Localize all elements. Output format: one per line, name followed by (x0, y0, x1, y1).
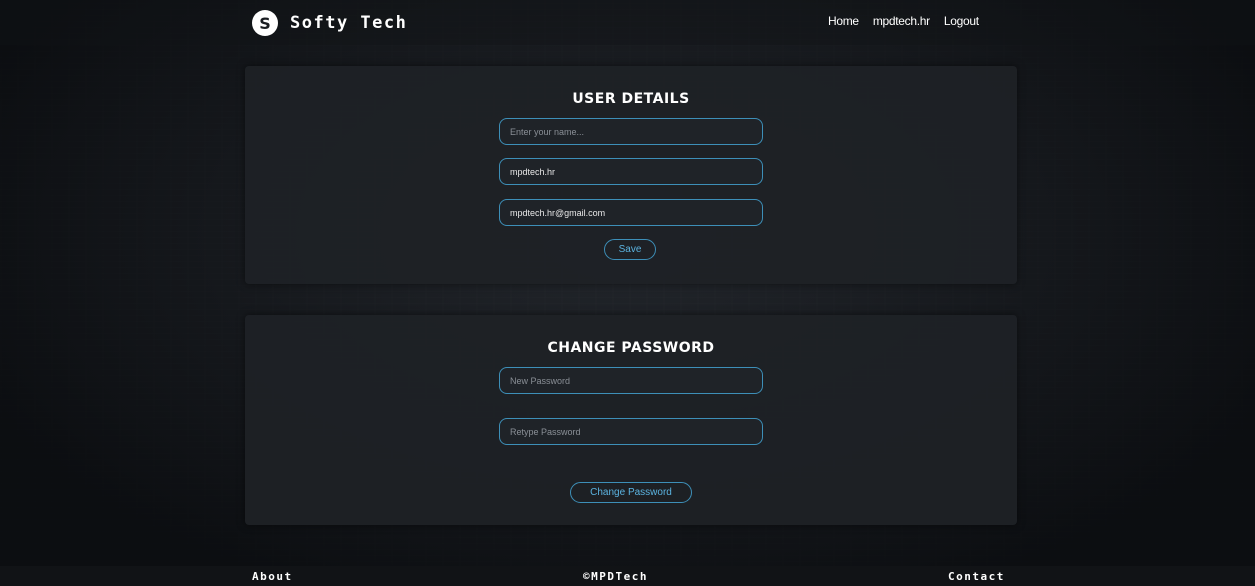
save-button[interactable]: Save (604, 239, 656, 260)
nav-user-link[interactable]: mpdtech.hr (873, 14, 930, 28)
brand-name: Softy Tech (290, 13, 408, 33)
retype-password-input[interactable] (499, 418, 763, 445)
nav-home-link[interactable]: Home (828, 14, 859, 28)
user-details-title: USER DETAILS (572, 91, 690, 107)
logo-icon: S (252, 10, 278, 36)
footer-about-link[interactable]: About (252, 570, 293, 583)
footer: About ©MPDTech Contact (0, 566, 1255, 586)
email-input[interactable] (499, 199, 763, 226)
change-password-title: CHANGE PASSWORD (547, 340, 715, 356)
name-input[interactable] (499, 118, 763, 145)
navbar: S Softy Tech Home mpdtech.hr Logout (0, 0, 1255, 45)
footer-copyright: ©MPDTech (583, 570, 648, 583)
nav-links: Home mpdtech.hr Logout (828, 14, 979, 28)
change-password-button[interactable]: Change Password (570, 482, 692, 503)
brand[interactable]: S Softy Tech (252, 8, 407, 38)
user-details-panel: USER DETAILS Save (245, 66, 1017, 284)
change-password-panel: CHANGE PASSWORD Change Password (245, 315, 1017, 525)
username-input[interactable] (499, 158, 763, 185)
new-password-input[interactable] (499, 367, 763, 394)
footer-contact-link[interactable]: Contact (948, 570, 1005, 583)
nav-logout-link[interactable]: Logout (944, 14, 979, 28)
